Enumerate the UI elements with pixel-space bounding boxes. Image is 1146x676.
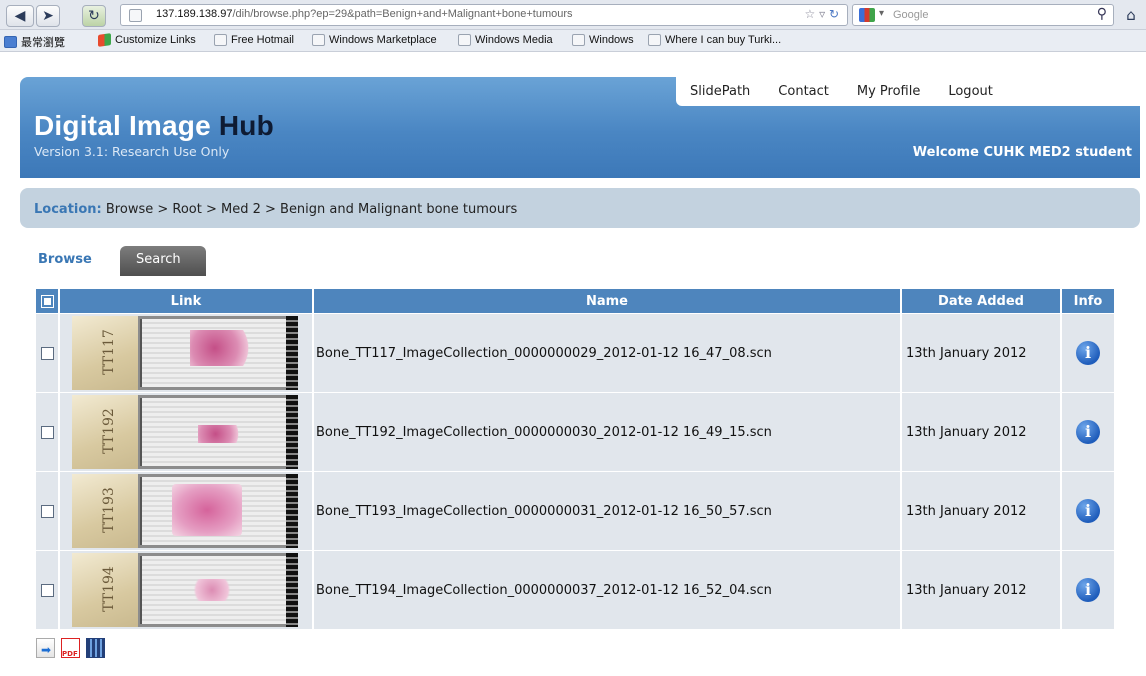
bookmarks-icon — [4, 36, 17, 48]
chevron-down-icon[interactable]: ▾ — [879, 8, 884, 19]
row-checkbox[interactable] — [40, 504, 54, 518]
tab-browse[interactable]: Browse — [22, 246, 114, 276]
file-name: Bone_TT117_ImageCollection_0000000029_20… — [314, 314, 900, 392]
table-header-row: Link Name Date Added Info — [36, 289, 1114, 313]
search-engine-box[interactable]: ▾ Google ⚲ — [852, 4, 1114, 26]
app-header: SlidePath Contact My Profile Logout Digi… — [20, 77, 1140, 178]
date-added: 13th January 2012 — [902, 551, 1060, 629]
slide-label: TT193 — [72, 474, 138, 548]
bookmark-windows-marketplace[interactable]: Windows Marketplace — [312, 34, 437, 46]
back-arrow-icon[interactable]: ◀ — [6, 5, 34, 27]
slide-thumbnail[interactable]: TT194 — [72, 553, 298, 627]
info-icon[interactable]: i — [1076, 499, 1100, 523]
refresh-page-icon[interactable]: ↻ — [82, 5, 106, 27]
version-text: Version 3.1: Research Use Only — [34, 144, 230, 159]
bookmark-free-hotmail[interactable]: Free Hotmail — [214, 34, 294, 46]
column-name[interactable]: Name — [314, 289, 900, 313]
slide-label: TT117 — [72, 316, 138, 390]
column-link: Link — [60, 289, 312, 313]
bookmark-customize-links[interactable]: Customize Links — [98, 33, 196, 47]
slide-thumbnail[interactable]: TT117 — [72, 316, 298, 390]
welcome-text: Welcome CUHK MED2 student — [912, 145, 1132, 160]
page-icon — [214, 34, 227, 46]
nav-contact-link[interactable]: Contact — [778, 84, 829, 99]
select-all-header — [36, 289, 58, 313]
table-row: TT193 Bone_TT193_ImageCollection_0000000… — [36, 472, 1114, 550]
export-toolbar — [36, 638, 105, 658]
page-icon — [312, 34, 325, 46]
tab-search[interactable]: Search — [120, 246, 206, 276]
reload-icon: ↻ — [828, 7, 839, 21]
google-icon[interactable] — [859, 8, 875, 22]
location-label: Location: — [34, 202, 102, 217]
file-name: Bone_TT192_ImageCollection_0000000030_20… — [314, 393, 900, 471]
file-name: Bone_TT194_ImageCollection_0000000037_20… — [314, 551, 900, 629]
search-icon[interactable]: ⚲ — [1097, 6, 1107, 22]
bookmark-where-buy-turki[interactable]: Where I can buy Turki... — [648, 34, 781, 46]
table-row: TT194 Bone_TT194_ImageCollection_0000000… — [36, 551, 1114, 629]
top-navigation: SlidePath Contact My Profile Logout — [676, 77, 1140, 106]
page-icon — [648, 34, 661, 46]
csv-export-icon[interactable] — [36, 638, 55, 658]
row-checkbox[interactable] — [40, 583, 54, 597]
slide-label: TT192 — [72, 395, 138, 469]
info-icon[interactable]: i — [1076, 420, 1100, 444]
browse-panel: Link Name Date Added Info TT117 Bone_TT1… — [20, 276, 1140, 672]
bookmark-windows-media[interactable]: Windows Media — [458, 34, 553, 46]
breadcrumb: Location: Browse > Root > Med 2 > Benign… — [20, 188, 1140, 228]
bookmark-windows[interactable]: Windows — [572, 34, 634, 46]
bookmarks-bar: 最常瀏覽 Customize Links Free Hotmail Window… — [0, 30, 1146, 52]
pdf-export-icon[interactable] — [61, 638, 80, 658]
address-bar[interactable]: 137.189.138.97/dih/browse.php?ep=29&path… — [120, 4, 848, 26]
column-info: Info — [1062, 289, 1114, 313]
browser-toolbar: ◀ ➤ ↻ 137.189.138.97/dih/browse.php?ep=2… — [0, 0, 1146, 30]
slide-thumbnail[interactable]: TT193 — [72, 474, 298, 548]
bookmark-most-visited[interactable]: 最常瀏覽 — [4, 34, 65, 50]
location-path[interactable]: Browse > Root > Med 2 > Benign and Malig… — [106, 202, 517, 217]
info-icon[interactable]: i — [1076, 341, 1100, 365]
slide-thumbnail[interactable]: TT192 — [72, 395, 298, 469]
app-title: Digital Image Hub — [34, 110, 274, 141]
row-checkbox[interactable] — [40, 425, 54, 439]
file-table: Link Name Date Added Info TT117 Bone_TT1… — [34, 288, 1116, 630]
select-all-checkbox[interactable] — [40, 294, 54, 308]
page-icon — [572, 34, 585, 46]
table-row: TT117 Bone_TT117_ImageCollection_0000000… — [36, 314, 1114, 392]
windows-icon — [98, 33, 111, 47]
home-icon[interactable]: ⌂ — [1120, 5, 1142, 27]
nav-logout-link[interactable]: Logout — [948, 84, 993, 99]
row-checkbox[interactable] — [40, 346, 54, 360]
nav-my-profile-link[interactable]: My Profile — [857, 84, 920, 99]
page-favicon-icon — [129, 9, 142, 22]
url-text: 137.189.138.97/dih/browse.php?ep=29&path… — [156, 8, 573, 20]
bookmark-star-icon[interactable]: ☆ ▿ ↻ — [805, 7, 839, 21]
search-placeholder: Google — [893, 9, 929, 21]
date-added: 13th January 2012 — [902, 472, 1060, 550]
date-added: 13th January 2012 — [902, 393, 1060, 471]
forward-arrow-icon[interactable]: ➤ — [36, 5, 60, 27]
nav-slidepath-link[interactable]: SlidePath — [690, 84, 750, 99]
page-icon — [458, 34, 471, 46]
table-row: TT192 Bone_TT192_ImageCollection_0000000… — [36, 393, 1114, 471]
info-icon[interactable]: i — [1076, 578, 1100, 602]
date-added: 13th January 2012 — [902, 314, 1060, 392]
column-date-added[interactable]: Date Added — [902, 289, 1060, 313]
video-export-icon[interactable] — [86, 638, 105, 658]
file-name: Bone_TT193_ImageCollection_0000000031_20… — [314, 472, 900, 550]
slide-label: TT194 — [72, 553, 138, 627]
